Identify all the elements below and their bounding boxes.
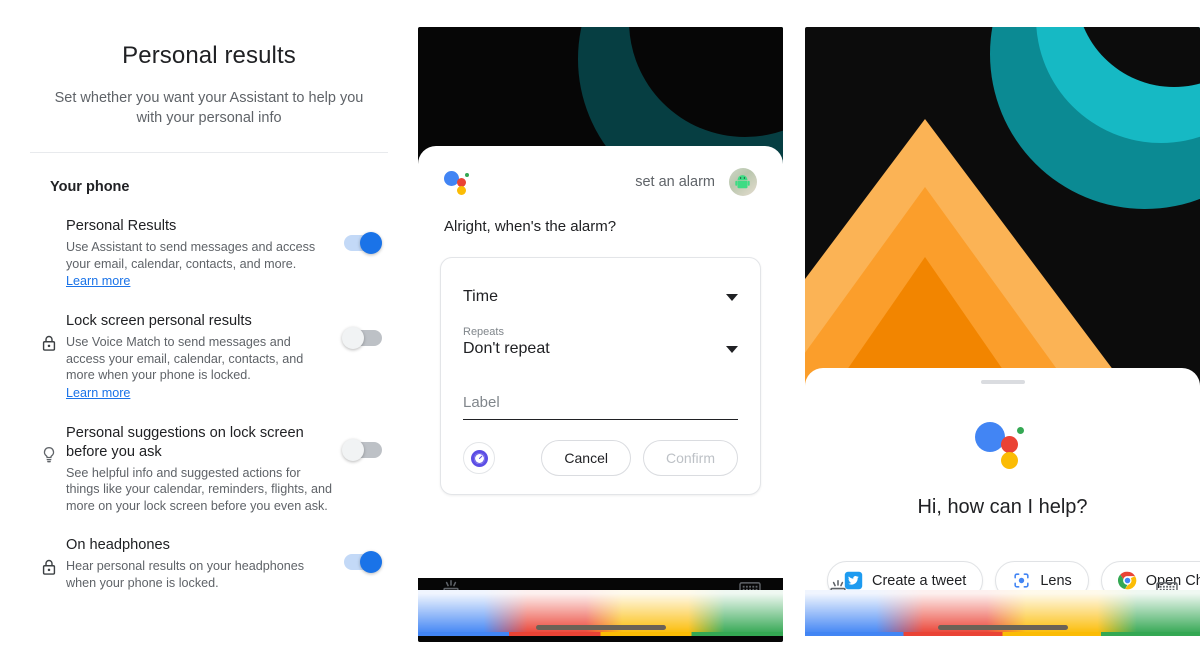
learn-more-link[interactable]: Learn more xyxy=(66,274,130,288)
toggle-thumb xyxy=(360,551,382,573)
assistant-greeting: Hi, how can I help? xyxy=(917,496,1088,518)
cancel-button[interactable]: Cancel xyxy=(541,440,631,476)
row-body: Personal suggestions on lock screen befo… xyxy=(66,424,344,515)
setting-title: On headphones xyxy=(66,537,170,553)
avatar[interactable] xyxy=(729,168,757,196)
user-query-text: set an alarm xyxy=(635,174,715,190)
personal-results-settings-panel: Personal results Set whether you want yo… xyxy=(0,0,418,670)
row-icon-slot xyxy=(32,217,66,237)
setting-row-on-headphones[interactable]: On headphones Hear personal results on y… xyxy=(0,536,418,591)
row-icon-slot xyxy=(32,536,66,578)
clock-glyph-icon xyxy=(473,452,485,464)
toggle-wrap[interactable] xyxy=(342,312,390,349)
clock-icon xyxy=(470,449,488,467)
label-input[interactable] xyxy=(463,394,738,411)
assistant-color-bar xyxy=(418,632,783,636)
setting-title: Lock screen personal results xyxy=(66,313,252,329)
toggle-lock-screen-personal-results[interactable] xyxy=(342,327,382,349)
row-icon-slot xyxy=(32,424,66,466)
row-body: On headphones Hear personal results on y… xyxy=(66,536,344,591)
assistant-bottom-bar xyxy=(805,572,1200,642)
setting-description: Use Voice Match to send messages and acc… xyxy=(66,335,304,382)
lock-icon xyxy=(42,559,56,575)
page-subtitle: Set whether you want your Assistant to h… xyxy=(54,90,364,126)
setting-title: Personal suggestions on lock screen befo… xyxy=(66,424,304,460)
setting-row-lock-screen-personal-results[interactable]: Lock screen personal results Use Voice M… xyxy=(0,312,418,402)
assistant-header: set an alarm xyxy=(418,146,783,196)
toggle-on-headphones[interactable] xyxy=(344,551,382,573)
wallpaper xyxy=(805,27,1200,387)
assistant-color-bar xyxy=(805,632,1200,636)
setting-description: Hear personal results on your headphones… xyxy=(66,559,305,590)
wallpaper-arc-inner xyxy=(629,27,783,137)
label-field-wrap[interactable] xyxy=(463,394,738,420)
chevron-down-icon[interactable] xyxy=(726,345,738,353)
toggle-wrap[interactable] xyxy=(344,536,390,573)
alarm-form-card: Time Repeats Don't repeat Label Cancel C… xyxy=(440,257,761,495)
time-field-value: Time xyxy=(463,288,498,305)
lock-icon xyxy=(42,335,56,351)
assistant-alarm-panel: set an alarm Alright, when's the alarm? … xyxy=(418,0,783,670)
row-body: Lock screen personal results Use Voice M… xyxy=(66,312,344,402)
page-title: Personal results xyxy=(122,42,296,69)
assistant-home-sheet: Hi, how can I help? Create a tweet Lens … xyxy=(805,368,1200,670)
chevron-down-icon[interactable] xyxy=(726,293,738,301)
android-mascot-icon xyxy=(735,175,750,189)
row-icon-slot xyxy=(32,312,66,354)
toggle-thumb xyxy=(342,327,364,349)
toggle-wrap[interactable] xyxy=(344,217,390,254)
repeats-field-value: Don't repeat xyxy=(463,340,550,357)
confirm-button: Confirm xyxy=(642,440,738,476)
learn-more-link[interactable]: Learn more xyxy=(66,386,130,400)
time-field[interactable]: Time xyxy=(463,278,738,312)
toggle-personal-results[interactable] xyxy=(344,232,382,254)
home-indicator[interactable] xyxy=(535,625,666,630)
alarm-card-actions: Cancel Confirm xyxy=(463,440,738,476)
screenshot-stage: Personal results Set whether you want yo… xyxy=(0,0,1200,670)
setting-description: See helpful info and suggested actions f… xyxy=(66,465,333,513)
section-header-your-phone: Your phone xyxy=(50,179,130,195)
repeats-caption: Repeats xyxy=(463,326,504,338)
clock-app-button[interactable] xyxy=(463,442,495,474)
setting-row-personal-results[interactable]: Personal Results Use Assistant to send m… xyxy=(0,217,418,290)
sheet-drag-handle[interactable] xyxy=(980,380,1025,384)
assistant-home-panel: Hi, how can I help? Create a tweet Lens … xyxy=(805,0,1200,670)
toggle-personal-suggestions[interactable] xyxy=(342,438,382,461)
setting-row-personal-suggestions[interactable]: Personal suggestions on lock screen befo… xyxy=(0,424,418,515)
assistant-reply-text: Alright, when's the alarm? xyxy=(444,218,617,235)
google-assistant-logo-icon xyxy=(444,169,472,195)
setting-description: Use Assistant to send messages and acces… xyxy=(66,240,316,271)
google-assistant-logo-icon xyxy=(974,418,1031,470)
assistant-sheet: set an alarm Alright, when's the alarm? … xyxy=(418,146,783,578)
header-divider xyxy=(30,152,388,153)
home-indicator[interactable] xyxy=(937,625,1068,630)
row-body: Personal Results Use Assistant to send m… xyxy=(66,217,344,290)
toggle-wrap[interactable] xyxy=(342,424,390,461)
repeats-field[interactable]: Don't repeat xyxy=(463,338,738,364)
toggle-thumb xyxy=(342,438,364,461)
toggle-thumb xyxy=(360,232,382,254)
assistant-bottom-bar xyxy=(418,572,783,642)
lightbulb-icon xyxy=(43,446,55,462)
setting-title: Personal Results xyxy=(66,218,177,234)
